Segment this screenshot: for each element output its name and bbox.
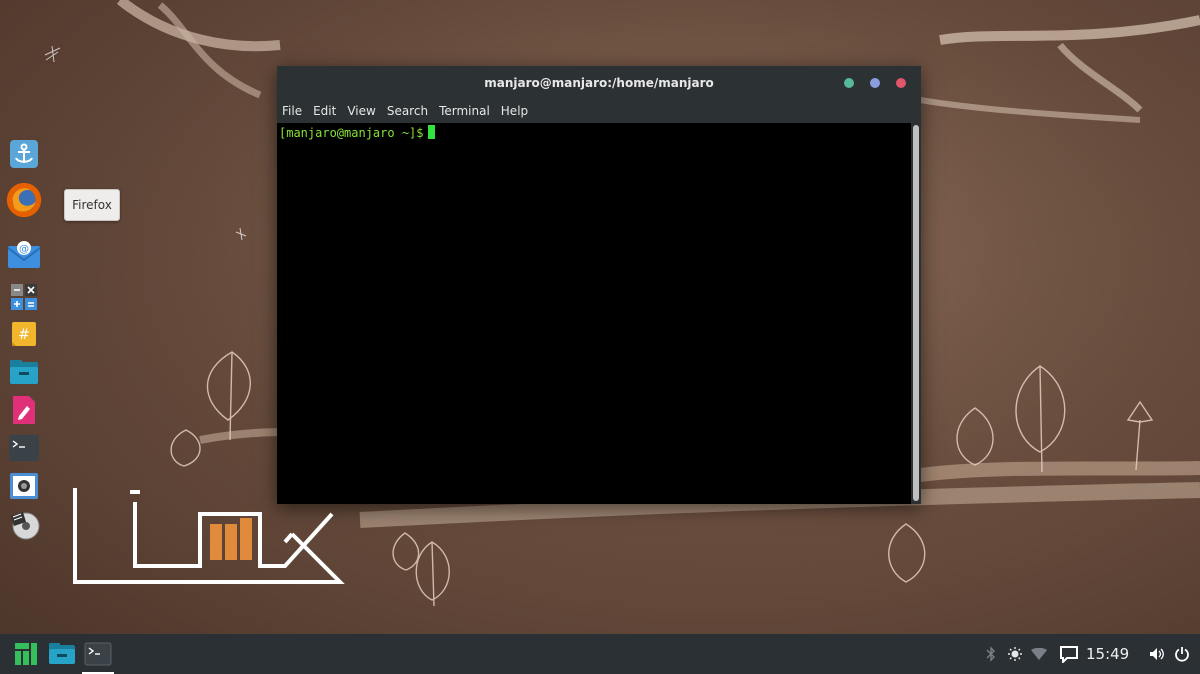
terminal-cursor [427,125,435,139]
dock-tooltip: Firefox [64,189,120,221]
terminal-scrollbar[interactable] [911,123,921,504]
manjaro-logo-icon [210,518,252,560]
anchor-icon[interactable] [6,136,42,172]
maximize-button[interactable] [870,78,880,88]
svg-text:#: # [18,327,30,343]
screenshot-icon[interactable] [6,468,42,504]
menu-help[interactable]: Help [496,99,533,123]
files-icon[interactable] [6,354,42,390]
calculator-icon[interactable] [6,279,42,315]
menubar: File Edit View Search Terminal Help [277,99,921,123]
svg-text:@: @ [19,244,29,255]
bluetooth-icon[interactable] [982,634,1000,674]
clock[interactable]: 15:49 [1086,634,1129,674]
brightness-icon[interactable] [1006,634,1024,674]
window-title: manjaro@manjaro:/home/manjaro [484,75,714,90]
manjaro-menu-icon[interactable] [8,634,44,674]
files-icon[interactable] [44,634,80,674]
menu-view[interactable]: View [342,99,380,123]
terminal-icon[interactable] [80,634,116,674]
terminal-window[interactable]: manjaro@manjaro:/home/manjaro File Edit … [277,66,921,504]
text-editor-icon[interactable] [6,392,42,428]
media-icon[interactable] [6,506,42,542]
notification-icon[interactable] [1057,634,1081,674]
power-icon[interactable] [1171,634,1193,674]
linux-logo [73,488,345,584]
mail-icon[interactable]: @ [6,237,42,273]
menu-terminal[interactable]: Terminal [434,99,495,123]
menu-file[interactable]: File [277,99,307,123]
scrollbar-thumb[interactable] [913,125,919,501]
notes-icon[interactable]: # [6,316,42,352]
firefox-icon[interactable] [6,182,42,218]
prompt-text: [manjaro@manjaro ~]$ [279,126,424,140]
menu-search[interactable]: Search [382,99,433,123]
terminal-prompt: [manjaro@manjaro ~]$ [279,125,435,141]
close-button[interactable] [896,78,906,88]
volume-icon[interactable] [1146,634,1168,674]
terminal-output[interactable]: [manjaro@manjaro ~]$ [277,123,911,504]
minimize-button[interactable] [844,78,854,88]
taskbar: 15:49 [0,634,1200,674]
wifi-icon[interactable] [1029,634,1049,674]
terminal-icon[interactable] [6,430,42,466]
menu-edit[interactable]: Edit [308,99,341,123]
window-titlebar[interactable]: manjaro@manjaro:/home/manjaro [277,66,921,99]
